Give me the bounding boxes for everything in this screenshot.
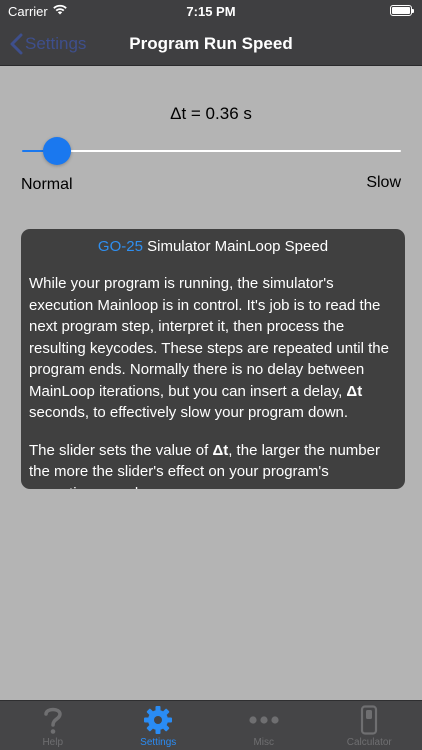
info-panel[interactable]: GO-25 Simulator MainLoop Speed While you… xyxy=(21,229,405,489)
ellipsis-icon xyxy=(247,705,281,735)
speed-slider[interactable] xyxy=(22,136,401,166)
chevron-left-icon xyxy=(10,33,23,55)
tab-label: Misc xyxy=(253,737,275,748)
tab-misc[interactable]: Misc xyxy=(211,701,317,750)
tab-help[interactable]: Help xyxy=(0,701,106,750)
slider-min-label: Normal xyxy=(21,176,73,193)
tab-label: Settings xyxy=(140,737,177,748)
calculator-icon xyxy=(360,705,378,735)
tab-settings[interactable]: Settings xyxy=(106,701,212,750)
info-paragraph: While your program is running, the simul… xyxy=(29,273,397,424)
info-title: GO-25 Simulator MainLoop Speed xyxy=(29,237,397,257)
navigation-bar: Settings Program Run Speed xyxy=(0,22,422,66)
back-button-label: Settings xyxy=(25,34,87,53)
info-text-segment: The slider sets the value of xyxy=(29,441,213,459)
tab-bar: Help Settings Misc Calculator xyxy=(0,700,422,750)
info-text-segment: seconds, to effectively slow your progra… xyxy=(29,404,349,421)
info-text-bold: Δt xyxy=(346,382,363,400)
battery-icon xyxy=(390,5,414,16)
info-text-bold: Δt xyxy=(212,441,229,459)
tab-calculator[interactable]: Calculator xyxy=(317,701,422,750)
slider-track-empty xyxy=(57,150,401,152)
tab-label: Help xyxy=(42,737,64,748)
question-icon xyxy=(41,705,65,735)
slider-max-label: Slow xyxy=(366,174,401,191)
back-button[interactable]: Settings xyxy=(10,22,86,66)
slider-thumb[interactable] xyxy=(43,137,72,165)
info-paragraph: The slider sets the value of Δt, the lar… xyxy=(29,440,397,490)
info-title-rest: Simulator MainLoop Speed xyxy=(142,238,329,255)
gear-icon xyxy=(143,705,173,735)
info-body: While your program is running, the simul… xyxy=(29,273,397,489)
status-bar: Carrier 7:15 PM xyxy=(0,0,422,22)
status-time: 7:15 PM xyxy=(186,4,236,19)
info-title-accent: GO-25 xyxy=(97,238,143,255)
info-text-segment: While your program is running, the simul… xyxy=(29,275,389,400)
tab-label: Calculator xyxy=(346,737,392,748)
delay-value-label: Δt = 0.36 s xyxy=(170,104,252,123)
